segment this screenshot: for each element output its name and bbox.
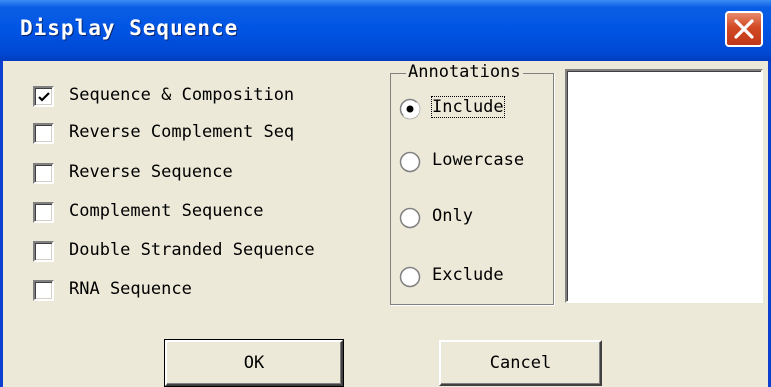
cancel-button[interactable]: Cancel bbox=[439, 340, 602, 386]
radio-button-selected[interactable] bbox=[399, 98, 421, 120]
option-label: RNA Sequence bbox=[69, 279, 192, 299]
checkbox[interactable] bbox=[33, 202, 54, 223]
annotations-listbox[interactable] bbox=[565, 69, 763, 303]
radio-label: Only bbox=[432, 206, 473, 226]
cancel-button-label: Cancel bbox=[489, 353, 552, 373]
radio-label: Include bbox=[431, 96, 505, 118]
checkbox[interactable] bbox=[33, 241, 54, 262]
option-label: Reverse Complement Seq bbox=[69, 122, 295, 142]
option-label: Complement Sequence bbox=[69, 201, 264, 221]
checkmark-icon bbox=[38, 92, 50, 102]
checkbox[interactable] bbox=[33, 86, 54, 107]
radio-label: Exclude bbox=[432, 265, 504, 285]
ok-button[interactable]: OK bbox=[164, 339, 344, 387]
radio-button[interactable] bbox=[399, 266, 421, 288]
checkbox[interactable] bbox=[33, 123, 54, 144]
annotations-group-label: Annotations bbox=[406, 62, 523, 82]
option-label: Sequence & Composition bbox=[69, 85, 295, 105]
window-title: Display Sequence bbox=[20, 16, 239, 40]
checkbox[interactable] bbox=[33, 280, 54, 301]
radio-label: Lowercase bbox=[432, 150, 525, 170]
radio-button[interactable] bbox=[399, 151, 421, 173]
title-bar[interactable]: Display Sequence bbox=[0, 0, 771, 61]
radio-button[interactable] bbox=[399, 207, 421, 229]
option-label: Double Stranded Sequence bbox=[69, 240, 315, 260]
option-label: Reverse Sequence bbox=[69, 162, 233, 182]
ok-button-label: OK bbox=[243, 353, 265, 373]
close-icon bbox=[734, 19, 754, 39]
close-button[interactable] bbox=[725, 11, 763, 47]
checkbox[interactable] bbox=[33, 163, 54, 184]
